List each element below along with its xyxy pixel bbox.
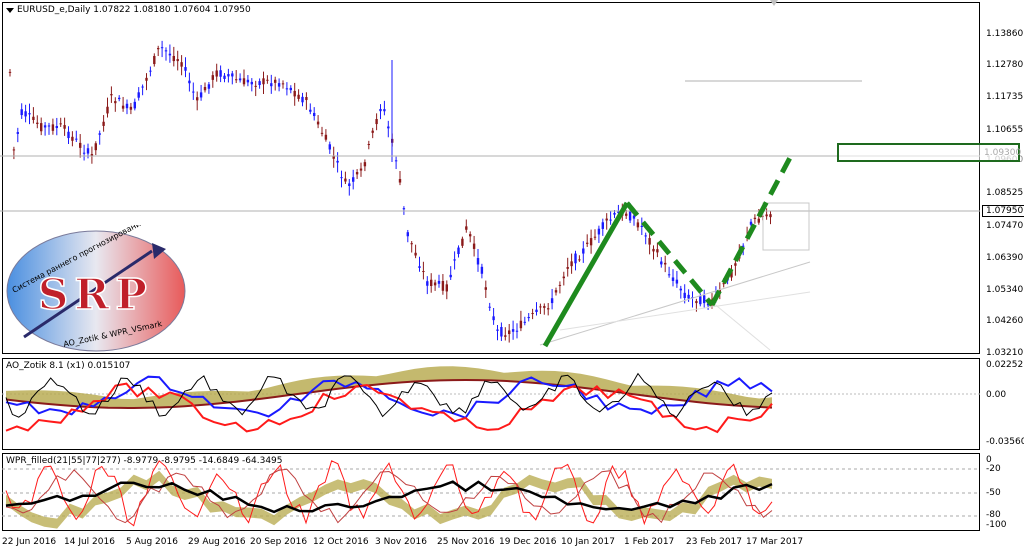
ao-fill-area bbox=[6, 366, 772, 408]
wpr-header: WPR_filled(21|55|77|277) -8.9779 -8.9795… bbox=[6, 456, 283, 466]
ao-tick: -0.035601 bbox=[986, 437, 1024, 447]
ao-indicator-lines bbox=[2, 366, 980, 434]
current-price-label: 1.07950 bbox=[982, 205, 1024, 217]
time-label: 17 Mar 2017 bbox=[746, 537, 804, 547]
price-tick: 1.13860 bbox=[986, 29, 1024, 39]
ao-tick: 0.00 bbox=[986, 390, 1007, 400]
price-axis: 1.13860 1.12780 1.11735 1.10655 1.09600 … bbox=[980, 2, 1024, 358]
time-label: 14 Jul 2016 bbox=[64, 537, 115, 547]
wpr-tick: -20 bbox=[986, 464, 1001, 474]
time-label: 10 Jan 2017 bbox=[561, 537, 615, 547]
price-tick: 1.07470 bbox=[986, 221, 1024, 231]
wpr-tick: -100 bbox=[986, 520, 1007, 530]
wpr-tick: -50 bbox=[986, 488, 1001, 498]
time-label: 19 Dec 2016 bbox=[499, 537, 557, 547]
time-label: 29 Aug 2016 bbox=[188, 537, 246, 547]
price-tick: 1.12780 bbox=[986, 60, 1024, 70]
price-tick: 1.05340 bbox=[986, 285, 1024, 295]
time-label: 1 Feb 2017 bbox=[624, 537, 675, 547]
price-tick: 1.03210 bbox=[986, 348, 1024, 358]
pattern-leg-down bbox=[625, 201, 714, 307]
time-label: 12 Oct 2016 bbox=[313, 537, 369, 547]
price-tick: 1.08525 bbox=[986, 188, 1024, 198]
wpr-tick: -80 bbox=[986, 510, 1001, 520]
time-label: 25 Nov 2016 bbox=[437, 537, 495, 547]
pattern-leg-up bbox=[542, 201, 630, 348]
ao-tick: 0.022527 bbox=[986, 360, 1024, 370]
time-axis: 22 Jun 2016 14 Jul 2016 5 Aug 2016 29 Au… bbox=[0, 533, 1024, 553]
wpr-fill-area bbox=[6, 470, 772, 529]
target-zone-box[interactable]: 1.09300 bbox=[837, 143, 1022, 162]
logo-letters: SRP bbox=[38, 270, 153, 319]
ao-axis: 0.022527 0.00 -0.035601 bbox=[980, 358, 1024, 450]
price-tick: 1.11735 bbox=[986, 92, 1024, 102]
price-tick: 1.10655 bbox=[986, 125, 1024, 135]
wpr-axis: 0 -20 -50 -80 -100 bbox=[980, 453, 1024, 531]
ao-header: AO_Zotik 8.1 (x1) 0.015107 bbox=[6, 361, 131, 371]
time-label: 23 Feb 2017 bbox=[686, 537, 743, 547]
price-tick: 1.04260 bbox=[986, 316, 1024, 326]
time-label: 3 Nov 2016 bbox=[375, 537, 427, 547]
time-label: 20 Sep 2016 bbox=[250, 537, 308, 547]
srp-logo: SRP Система раннего прогнозирования AO_Z… bbox=[6, 225, 186, 352]
time-label: 22 Jun 2016 bbox=[2, 537, 57, 547]
time-label: 5 Aug 2016 bbox=[126, 537, 178, 547]
price-tick: 1.06390 bbox=[986, 253, 1024, 263]
pattern-leg-projection bbox=[709, 150, 796, 307]
zone-price-label: 1.09300 bbox=[984, 148, 1022, 158]
